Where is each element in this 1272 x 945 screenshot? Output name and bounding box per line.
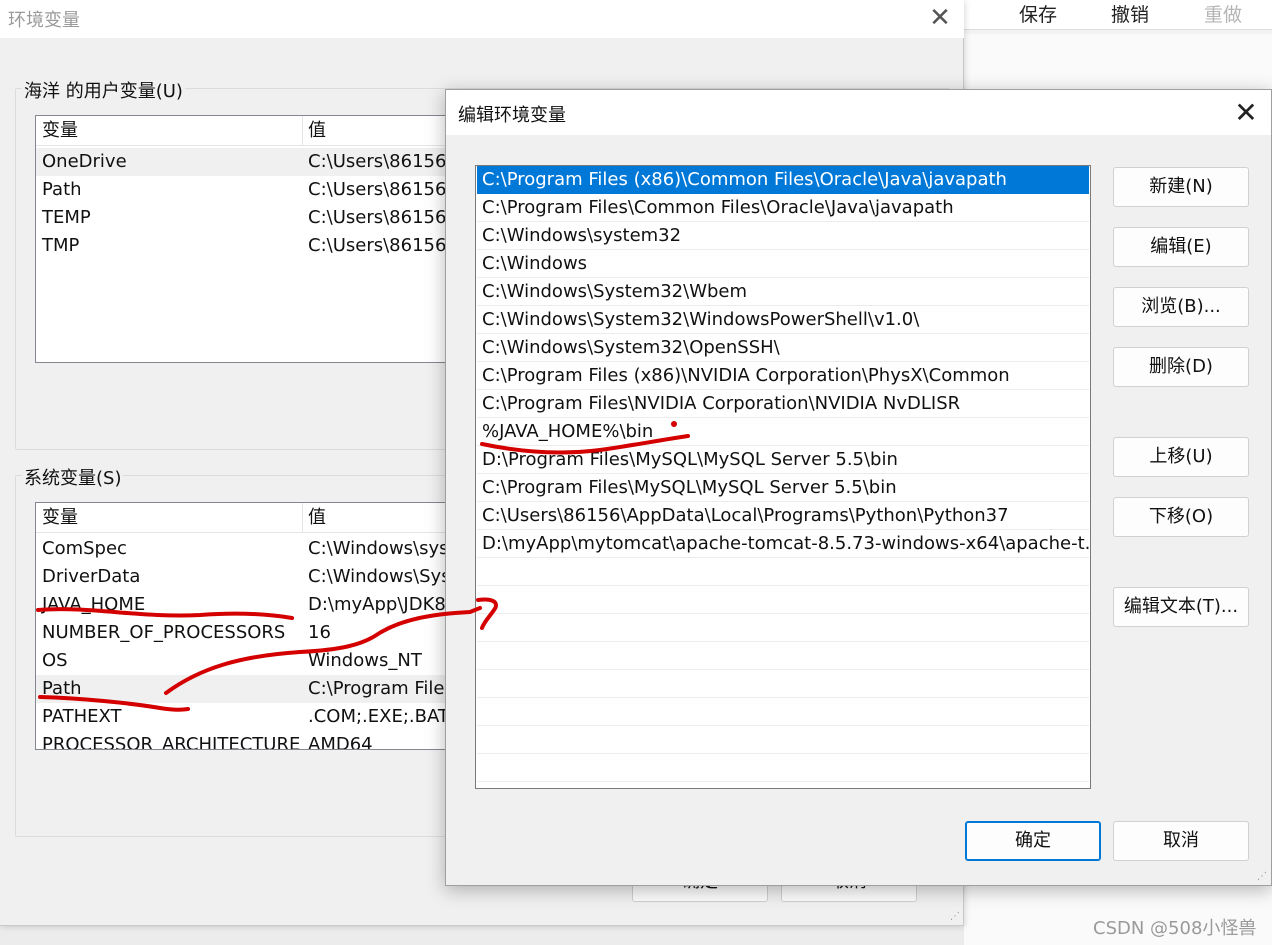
system-variables-list[interactable]: 变量 值 ComSpec C:\Windows\syst DriverData … xyxy=(35,502,455,750)
variable-value: C:\Windows\syst xyxy=(308,538,455,559)
variable-name: JAVA_HOME xyxy=(42,594,146,615)
table-row[interactable]: PROCESSOR_ARCHITECTURE AMD64 xyxy=(36,731,454,750)
variable-name: TMP xyxy=(42,235,80,256)
close-icon[interactable]: ✕ xyxy=(925,3,955,33)
table-row[interactable]: DriverData C:\Windows\Sys xyxy=(36,563,454,591)
table-row[interactable]: TMP C:\Users\86156\ xyxy=(36,232,454,260)
dialog-title: 编辑环境变量 xyxy=(458,105,566,126)
variable-value: .COM;.EXE;.BAT;. xyxy=(308,706,455,727)
variable-value: C:\Users\86156\ xyxy=(308,235,453,256)
column-header-value[interactable]: 值 xyxy=(302,116,326,146)
list-header: 变量 值 xyxy=(36,503,454,533)
watermark-text: CSDN @508小怪兽 xyxy=(1093,918,1257,939)
variable-value: C:\Windows\Sys xyxy=(308,566,451,587)
table-row[interactable]: Path C:\Program Files xyxy=(36,675,454,703)
variable-name: PATHEXT xyxy=(42,706,122,727)
column-header-name[interactable]: 变量 xyxy=(36,116,78,146)
path-entry[interactable]: C:\Windows\system32 xyxy=(477,222,1089,250)
table-row[interactable]: NUMBER_OF_PROCESSORS 16 xyxy=(36,619,454,647)
browse-button[interactable]: 浏览(B)... xyxy=(1113,287,1249,327)
resize-grip-icon[interactable]: ⋰ xyxy=(1257,872,1267,882)
edit-text-button[interactable]: 编辑文本(T)... xyxy=(1113,587,1249,627)
path-entry[interactable]: D:\myApp\mytomcat\apache-tomcat-8.5.73-w… xyxy=(477,530,1089,558)
variable-value: C:\Users\86156\ xyxy=(308,151,453,172)
close-icon[interactable]: ✕ xyxy=(1230,98,1262,128)
table-row[interactable]: TEMP C:\Users\86156\ xyxy=(36,204,454,232)
variable-name: OS xyxy=(42,650,68,671)
delete-button[interactable]: 删除(D) xyxy=(1113,347,1249,387)
variable-name: DriverData xyxy=(42,566,141,587)
edit-button[interactable]: 编辑(E) xyxy=(1113,227,1249,267)
variable-value: C:\Program Files xyxy=(308,678,454,699)
new-button[interactable]: 新建(N) xyxy=(1113,167,1249,207)
variable-name: TEMP xyxy=(42,207,91,228)
empty-row[interactable] xyxy=(477,642,1089,670)
path-entry[interactable]: C:\Windows\System32\Wbem xyxy=(477,278,1089,306)
table-row[interactable]: OS Windows_NT xyxy=(36,647,454,675)
variable-value: 16 xyxy=(308,622,331,643)
empty-row[interactable] xyxy=(477,586,1089,614)
save-menu[interactable]: 保存 xyxy=(1019,0,1057,27)
variable-name: Path xyxy=(42,179,82,200)
redo-menu: 重做 xyxy=(1204,4,1243,26)
variable-value: C:\Users\86156\ xyxy=(308,207,453,228)
path-entry[interactable]: C:\Program Files (x86)\NVIDIA Corporatio… xyxy=(477,362,1089,390)
empty-row[interactable] xyxy=(477,670,1089,698)
user-variables-list[interactable]: 变量 值 OneDrive C:\Users\86156\ Path C:\Us… xyxy=(35,115,455,363)
variable-value: C:\Users\86156\ xyxy=(308,179,453,200)
table-row[interactable]: PATHEXT .COM;.EXE;.BAT;. xyxy=(36,703,454,731)
edit-environment-variable-dialog: 编辑环境变量 ✕ C:\Program Files (x86)\Common F… xyxy=(445,89,1272,886)
variable-value: Windows_NT xyxy=(308,650,422,671)
variable-name: OneDrive xyxy=(42,151,127,172)
variable-name: Path xyxy=(42,678,82,699)
path-entry[interactable]: C:\Users\86156\AppData\Local\Programs\Py… xyxy=(477,502,1089,530)
list-header: 变量 值 xyxy=(36,116,454,146)
column-header-name[interactable]: 变量 xyxy=(36,503,78,533)
variable-value: AMD64 xyxy=(308,734,373,750)
move-up-button[interactable]: 上移(U) xyxy=(1113,437,1249,477)
user-variables-label: 海洋 的用户变量(U) xyxy=(22,77,185,103)
path-entry[interactable]: %JAVA_HOME%\bin xyxy=(477,418,1089,446)
dialog-title: 环境变量 xyxy=(8,10,80,31)
empty-row[interactable] xyxy=(477,726,1089,754)
empty-row[interactable] xyxy=(477,614,1089,642)
empty-row[interactable] xyxy=(477,698,1089,726)
cancel-button[interactable]: 取消 xyxy=(1113,821,1249,861)
path-entries-list[interactable]: C:\Program Files (x86)\Common Files\Orac… xyxy=(475,165,1091,789)
variable-value: D:\myApp\JDK8 xyxy=(308,594,446,615)
move-down-button[interactable]: 下移(O) xyxy=(1113,497,1249,537)
undo-menu[interactable]: 撤销 xyxy=(1111,0,1149,27)
table-row[interactable]: Path C:\Users\86156\ xyxy=(36,176,454,204)
variable-name: PROCESSOR_ARCHITECTURE xyxy=(42,734,301,750)
table-row[interactable]: OneDrive C:\Users\86156\ xyxy=(36,148,454,176)
path-entry[interactable]: C:\Windows xyxy=(477,250,1089,278)
column-header-value[interactable]: 值 xyxy=(302,503,326,533)
table-row[interactable]: JAVA_HOME D:\myApp\JDK8 xyxy=(36,591,454,619)
variable-name: ComSpec xyxy=(42,538,127,559)
variable-name: NUMBER_OF_PROCESSORS xyxy=(42,622,286,643)
path-entry[interactable]: D:\Program Files\MySQL\MySQL Server 5.5\… xyxy=(477,446,1089,474)
ok-button[interactable]: 确定 xyxy=(965,821,1101,861)
dialog-titlebar: 环境变量 ✕ xyxy=(0,0,964,38)
path-entry[interactable]: C:\Windows\System32\OpenSSH\ xyxy=(477,334,1089,362)
path-entry[interactable]: C:\Windows\System32\WindowsPowerShell\v1… xyxy=(477,306,1089,334)
path-entry[interactable]: C:\Program Files (x86)\Common Files\Orac… xyxy=(477,166,1089,194)
system-variables-label: 系统变量(S) xyxy=(22,464,124,490)
path-entry[interactable]: C:\Program Files\Common Files\Oracle\Jav… xyxy=(477,194,1089,222)
background-app-toolbar: 保存 撤销 重做 xyxy=(964,0,1272,30)
dialog-titlebar: 编辑环境变量 ✕ xyxy=(446,90,1271,135)
path-entry[interactable]: C:\Program Files\MySQL\MySQL Server 5.5\… xyxy=(477,474,1089,502)
resize-grip-icon[interactable]: ⋰ xyxy=(950,912,960,922)
path-entry[interactable]: C:\Program Files\NVIDIA Corporation\NVID… xyxy=(477,390,1089,418)
table-row[interactable]: ComSpec C:\Windows\syst xyxy=(36,535,454,563)
empty-row[interactable] xyxy=(477,754,1089,782)
empty-row[interactable] xyxy=(477,558,1089,586)
